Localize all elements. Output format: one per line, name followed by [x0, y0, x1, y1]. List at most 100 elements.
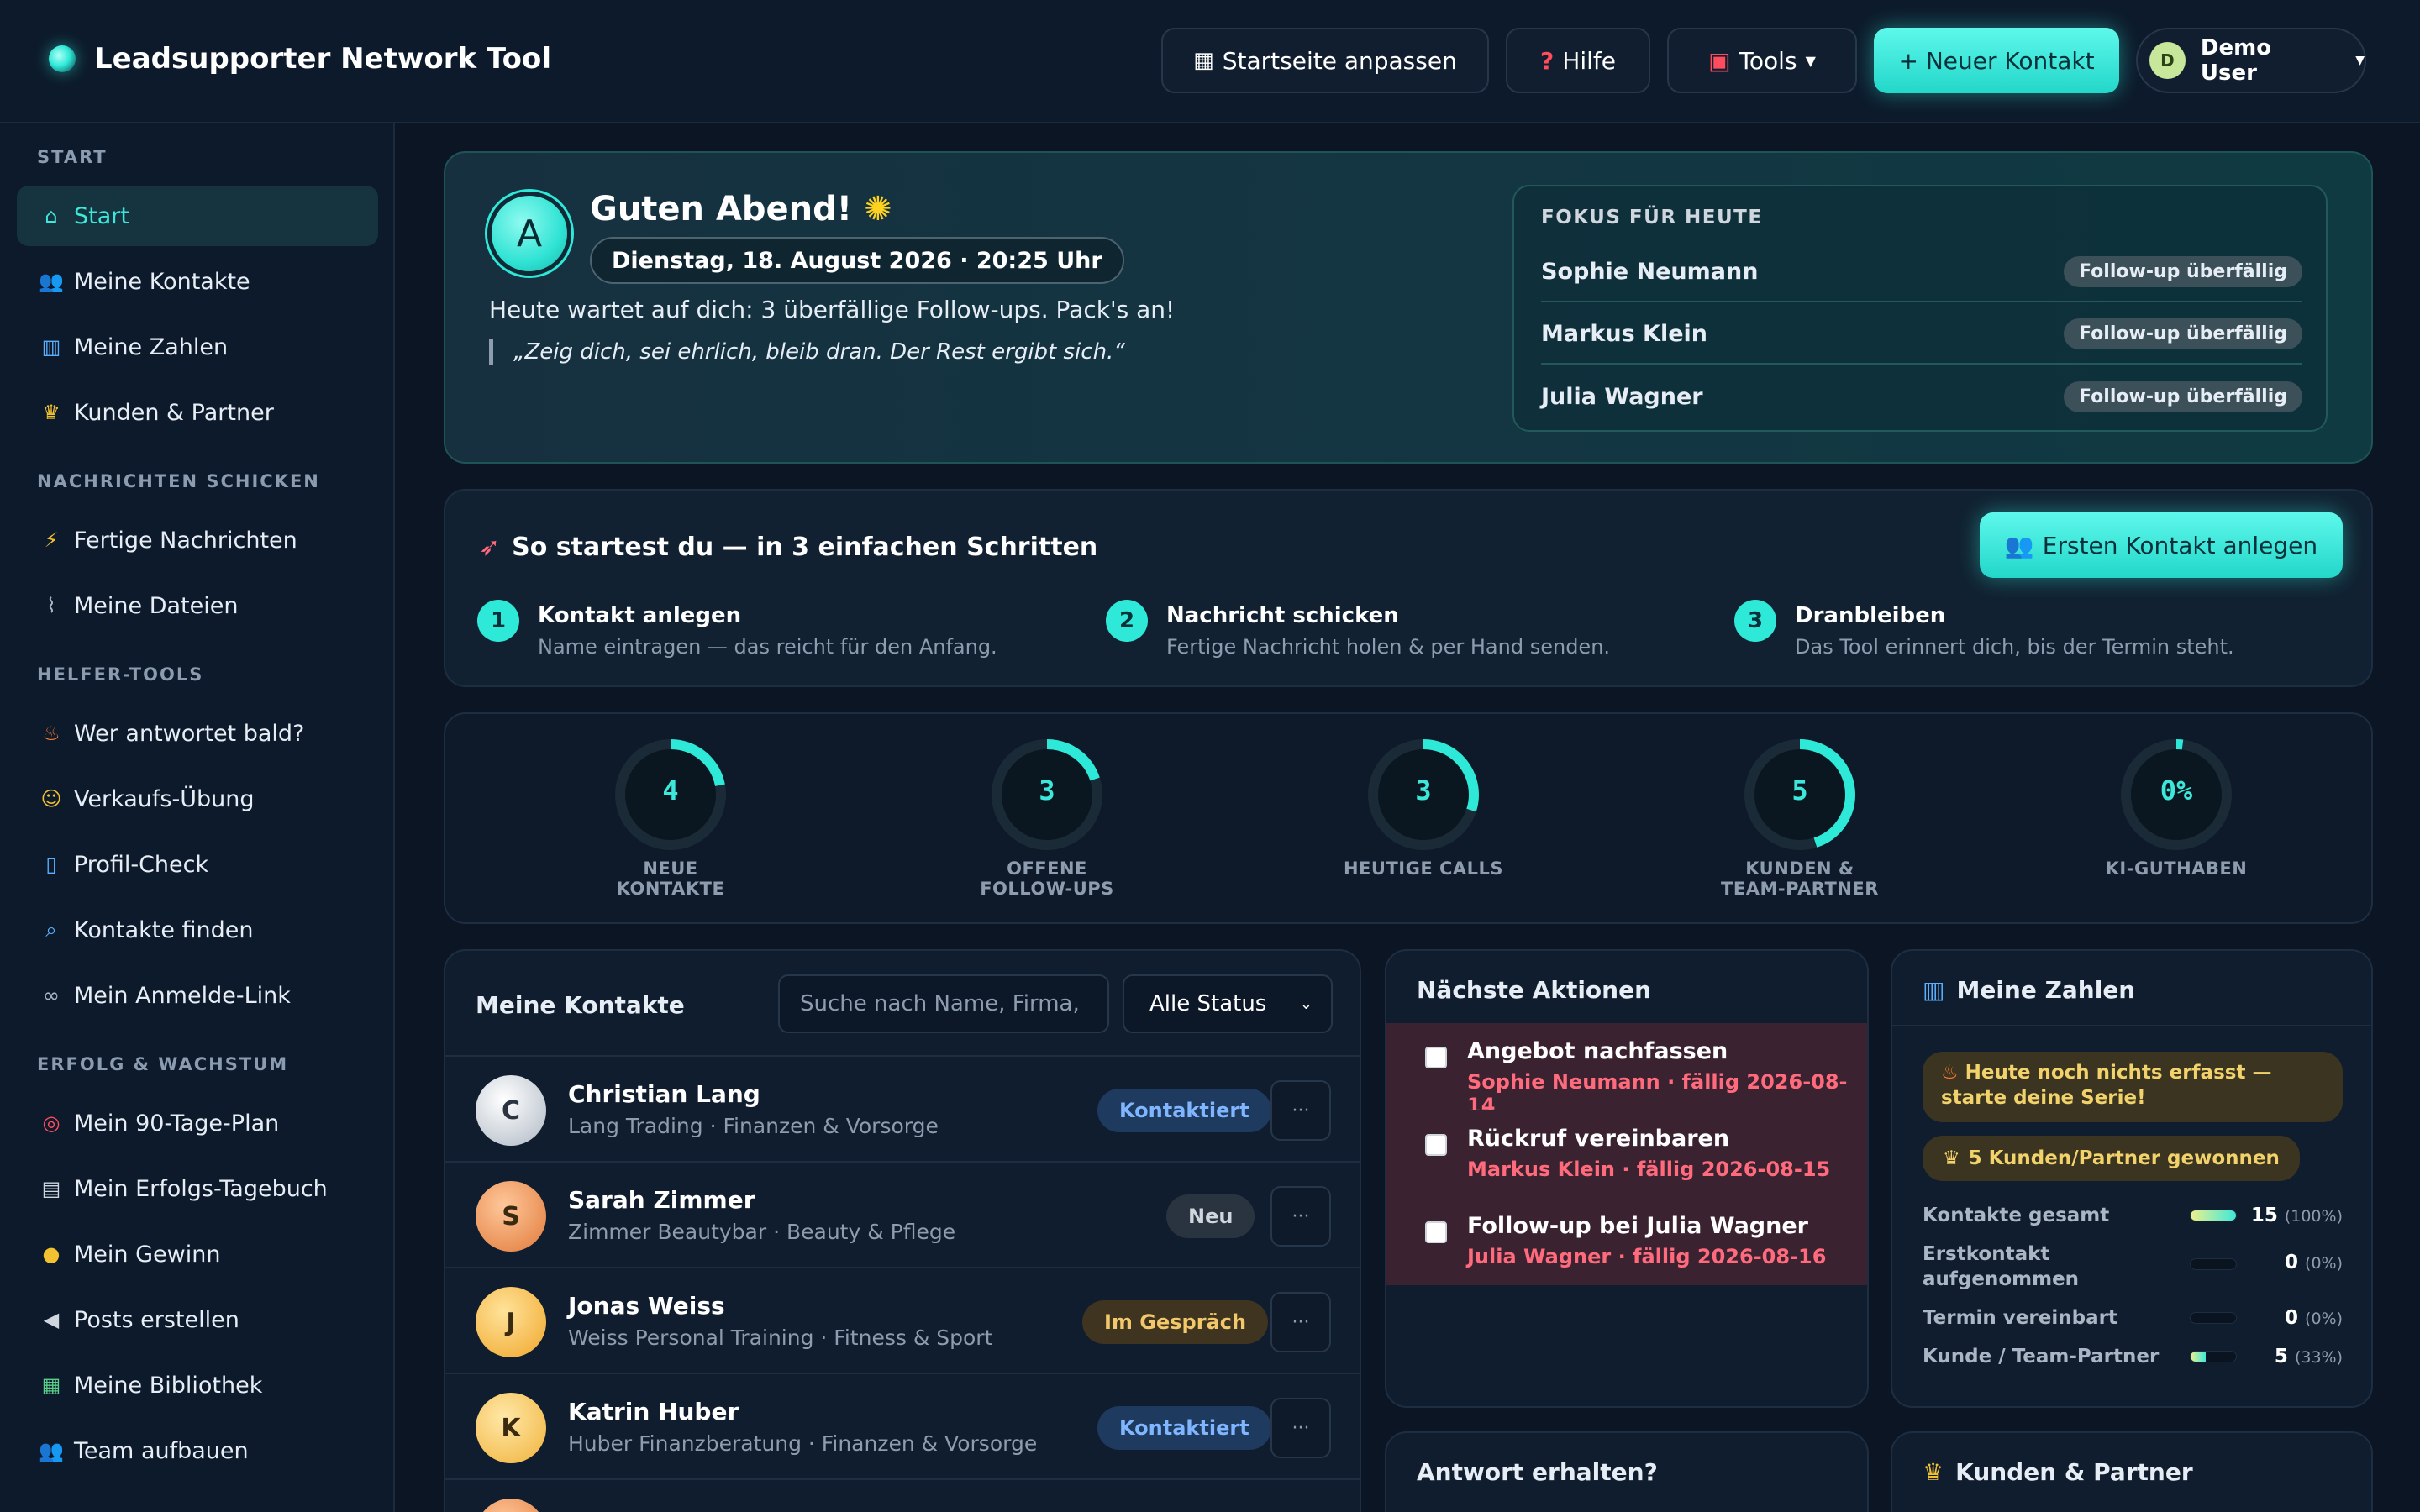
- user-menu-button[interactable]: D Demo User ▼: [2136, 28, 2366, 93]
- metric-bar: [2190, 1258, 2237, 1270]
- table-row[interactable]: K Katrin Huber Huber Finanzberatung · Fi…: [445, 1373, 1360, 1478]
- app-title: Leadsupporter Network Tool: [94, 42, 551, 76]
- metric-bar: [2190, 1210, 2237, 1221]
- kpi-new-contacts[interactable]: 4 NEUE KONTAKTE: [544, 732, 797, 917]
- status-badge: Im Gespräch: [1082, 1300, 1269, 1344]
- action-title: Follow-up bei Julia Wagner: [1467, 1213, 1808, 1239]
- kpi-customers-partners[interactable]: 5 KUNDEN & TEAM-PARTNER: [1674, 732, 1926, 917]
- sidebar-item-sales-practice[interactable]: ☺ Verkaufs-Übung: [17, 769, 378, 829]
- action-item: Angebot nachfassen Sophie Neumann · fäll…: [1386, 1023, 1867, 1117]
- step-title: Kontakt anlegen: [538, 603, 742, 628]
- more-options-button[interactable]: ···: [1270, 1398, 1331, 1458]
- partners-title: Kunden & Partner: [1955, 1458, 2193, 1486]
- actions-title: Nächste Aktionen: [1417, 976, 1652, 1004]
- action-checkbox[interactable]: [1425, 1134, 1447, 1156]
- contact-company: Weiss Personal Training · Fitness & Spor…: [568, 1326, 993, 1350]
- kpi-label: KONTAKTE: [616, 879, 725, 899]
- greeting-title: Guten Abend!: [590, 190, 853, 228]
- customize-home-button[interactable]: ▦ Startseite anpassen: [1161, 28, 1489, 93]
- sun-icon: ✺: [864, 190, 892, 228]
- sidebar-item-signup-link[interactable]: ∞ Mein Anmelde-Link: [17, 965, 378, 1026]
- step-subtitle: Fertige Nachricht holen & per Hand sende…: [1166, 635, 1611, 659]
- grid-icon: ▦: [1193, 48, 1214, 73]
- sidebar-section-helper: HELFER-TOOLS: [37, 664, 204, 685]
- action-due: Julia Wagner · fällig 2026-08-16: [1467, 1245, 1827, 1268]
- overdue-badge: Follow-up überfällig: [2064, 381, 2302, 412]
- action-checkbox[interactable]: [1425, 1221, 1447, 1243]
- contact-avatar: K: [476, 1393, 546, 1463]
- answer-received-panel: Antwort erhalten?: [1385, 1431, 1869, 1512]
- toolbox-icon: ▣: [1708, 46, 1731, 75]
- status-filter-select[interactable]: Alle Status ⌄: [1123, 974, 1333, 1033]
- focus-item[interactable]: Julia Wagner Follow-up überfällig: [1541, 366, 2302, 427]
- status-badge: Kontaktiert: [1097, 1089, 1271, 1132]
- sidebar-section-growth: ERFOLG & WACHSTUM: [37, 1054, 289, 1074]
- megaphone-icon: ◀: [43, 1308, 60, 1331]
- sidebar-item-contacts[interactable]: 👥 Meine Kontakte: [17, 251, 378, 312]
- step-title: Dranbleiben: [1795, 603, 1946, 628]
- date-pill: Dienstag, 18. August 2026 · 20:25 Uhr: [590, 237, 1124, 284]
- sidebar-section-start: START: [37, 147, 108, 167]
- sidebar-item-journal[interactable]: ▤ Mein Erfolgs-Tagebuch: [17, 1158, 378, 1219]
- chevron-down-icon: ▼: [2355, 54, 2365, 67]
- sidebar-item-team[interactable]: 👥 Team aufbauen: [17, 1420, 378, 1481]
- kpi-label: NEUE: [643, 858, 698, 879]
- contacts-panel: Meine Kontakte Alle Status ⌄ C Christian…: [444, 949, 1361, 1512]
- tools-dropdown-button[interactable]: ▣ Tools ▼: [1667, 28, 1857, 93]
- kpi-label: FOLLOW-UPS: [980, 879, 1114, 899]
- focus-item[interactable]: Sophie Neumann Follow-up überfällig: [1541, 242, 2302, 302]
- sidebar-item-customers[interactable]: ♛ Kunden & Partner: [17, 382, 378, 443]
- user-avatar: D: [2149, 42, 2186, 79]
- step-number: 3: [1734, 600, 1776, 642]
- contact-search-input[interactable]: [778, 974, 1109, 1033]
- contact-name: Sarah Zimmer: [568, 1186, 755, 1214]
- paperclip-icon: ⌇: [46, 594, 56, 617]
- table-row[interactable]: S Sarah Zimmer Zimmer Beautybar · Beauty…: [445, 1161, 1360, 1267]
- contact-avatar: C: [476, 1075, 546, 1146]
- sidebar-item-start[interactable]: ⌂ Start: [17, 186, 378, 246]
- status-badge: Kontaktiert: [1097, 1406, 1271, 1450]
- sidebar-item-profit[interactable]: ● Mein Gewinn: [17, 1224, 378, 1284]
- onboarding-title: So startest du — in 3 einfachen Schritte…: [512, 533, 1098, 562]
- sidebar-item-files[interactable]: ⌇ Meine Dateien: [17, 575, 378, 636]
- magnifier-icon: ⌕: [45, 918, 57, 942]
- more-options-button[interactable]: ···: [1270, 1186, 1331, 1247]
- contact-avatar: [476, 1499, 546, 1512]
- more-options-button[interactable]: ···: [1270, 1080, 1331, 1141]
- sidebar-item-messages[interactable]: ⚡ Fertige Nachrichten: [17, 510, 378, 570]
- contact-name: Jonas Weiss: [568, 1292, 725, 1320]
- kpi-today-calls[interactable]: 3 HEUTIGE CALLS: [1297, 732, 1549, 917]
- sidebar-item-90-day-plan[interactable]: ◎ Mein 90-Tage-Plan: [17, 1093, 378, 1153]
- new-contact-button[interactable]: + Neuer Kontakt: [1874, 28, 2119, 93]
- numbers-title: Meine Zahlen: [1956, 976, 2136, 1004]
- phone-icon: ▯: [45, 853, 57, 876]
- kpi-label: TEAM-PARTNER: [1721, 879, 1879, 899]
- kpi-label: KUNDEN &: [1745, 858, 1854, 879]
- sidebar-item-posts[interactable]: ◀ Posts erstellen: [17, 1289, 378, 1350]
- sidebar-item-profile-check[interactable]: ▯ Profil-Check: [17, 834, 378, 895]
- table-row[interactable]: [445, 1478, 1360, 1512]
- sidebar-item-numbers[interactable]: ▥ Meine Zahlen: [17, 317, 378, 377]
- kpi-value: 4: [662, 774, 679, 806]
- kpi-ai-credit[interactable]: 0% KI-GUTHABEN: [2050, 732, 2302, 917]
- create-first-contact-button[interactable]: 👥 Ersten Kontakt anlegen: [1980, 512, 2343, 578]
- kpi-label: OFFENE: [1007, 858, 1087, 879]
- people-icon: 👥: [2004, 531, 2034, 559]
- table-row[interactable]: C Christian Lang Lang Trading · Finanzen…: [445, 1055, 1360, 1161]
- money-bag-icon: ●: [42, 1242, 60, 1266]
- step-title: Nachricht schicken: [1166, 603, 1399, 628]
- table-row[interactable]: J Jonas Weiss Weiss Personal Training · …: [445, 1267, 1360, 1373]
- focus-today-panel: FOKUS FÜR HEUTE Sophie Neumann Follow-up …: [1512, 185, 2328, 432]
- metric-row: Kontakte gesamt 15 (100%): [1923, 1205, 2343, 1226]
- help-button[interactable]: ? Hilfe: [1506, 28, 1650, 93]
- action-checkbox[interactable]: [1425, 1047, 1447, 1068]
- kpi-label: HEUTIGE CALLS: [1343, 858, 1504, 879]
- hero-message: Heute wartet auf dich: 3 überfällige Fol…: [489, 296, 1176, 323]
- kpi-open-followups[interactable]: 3 OFFENE FOLLOW-UPS: [921, 732, 1173, 917]
- sidebar-item-answers[interactable]: ♨ Wer antwortet bald?: [17, 703, 378, 764]
- sidebar-item-library[interactable]: ▦ Meine Bibliothek: [17, 1355, 378, 1415]
- target-icon: ◎: [42, 1111, 60, 1135]
- focus-item[interactable]: Markus Klein Follow-up überfällig: [1541, 304, 2302, 365]
- sidebar-item-find-contacts[interactable]: ⌕ Kontakte finden: [17, 900, 378, 960]
- more-options-button[interactable]: ···: [1270, 1292, 1331, 1352]
